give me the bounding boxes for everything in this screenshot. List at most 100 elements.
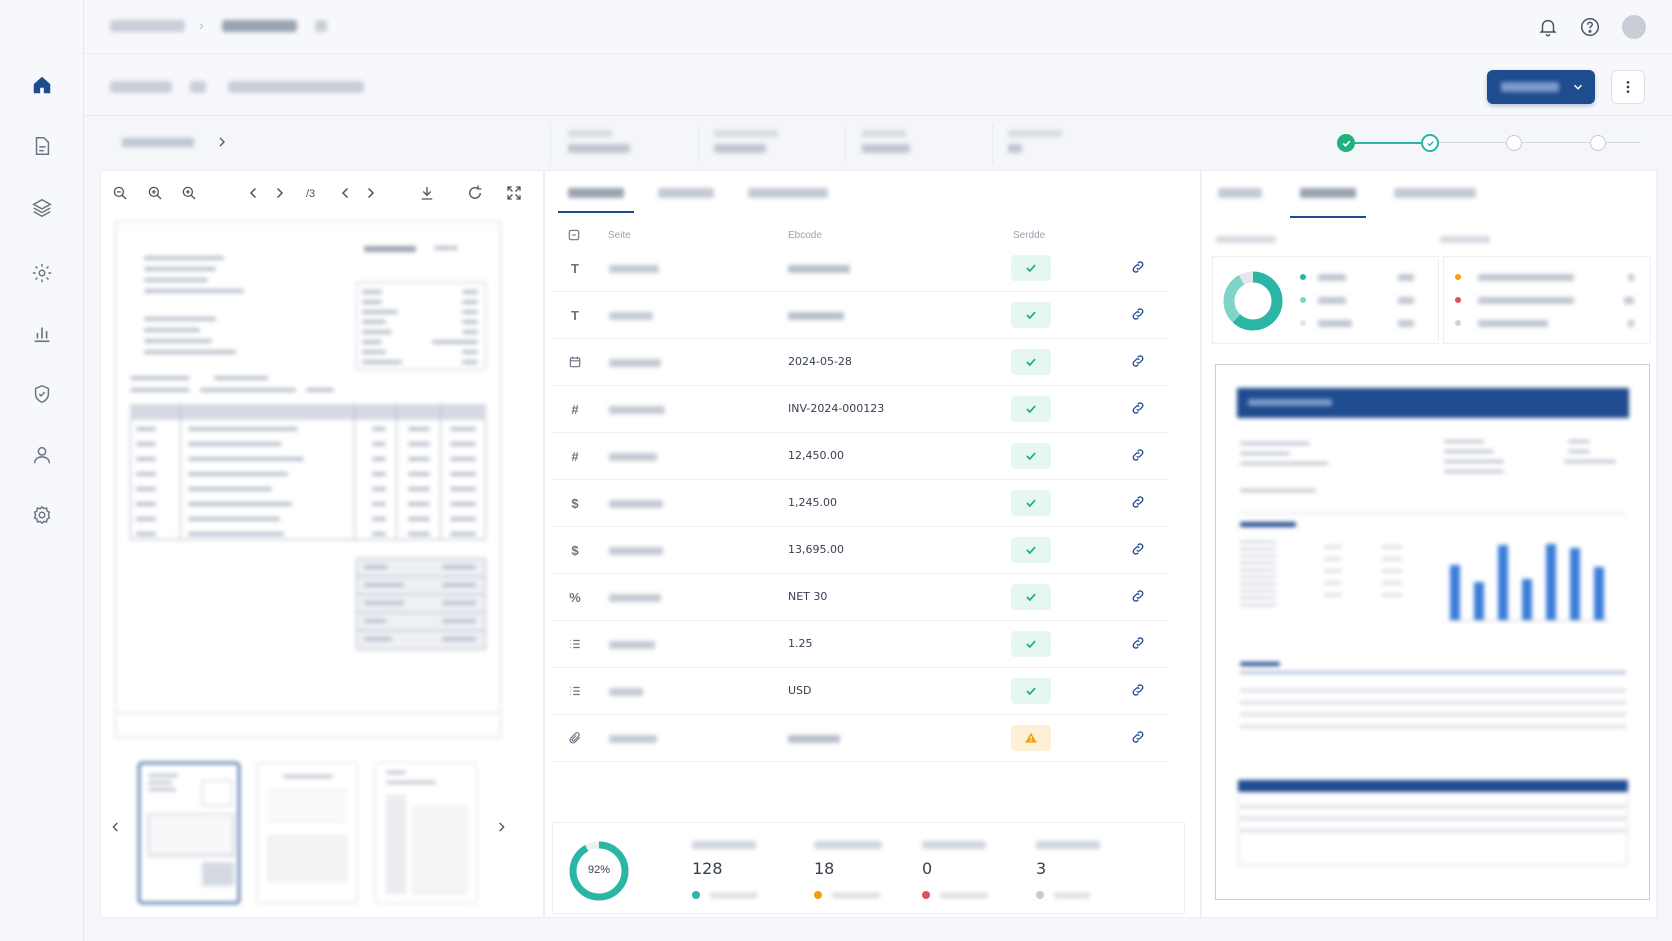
step-4[interactable] (1590, 135, 1606, 151)
link-icon[interactable] (1130, 306, 1148, 324)
avatar[interactable] (1622, 15, 1646, 39)
sidebar-item-automation[interactable] (24, 255, 60, 291)
tab-active-indicator (1290, 216, 1366, 218)
status-valid[interactable] (1011, 349, 1051, 375)
tab-2[interactable] (658, 188, 714, 198)
table-row[interactable]: % NET 30 (552, 574, 1168, 621)
primary-action-label (1501, 82, 1559, 92)
tab-overview[interactable] (1218, 188, 1262, 198)
table-row[interactable]: 1.25 (552, 621, 1168, 668)
divider (550, 124, 551, 164)
prev-page-icon[interactable] (245, 184, 263, 202)
link-icon[interactable] (1130, 541, 1148, 559)
next-page-icon[interactable] (270, 184, 288, 202)
field-value[interactable]: 13,695.00 (788, 543, 844, 556)
zoom-in-icon[interactable] (146, 184, 164, 202)
table-row[interactable]: T (552, 292, 1168, 339)
user-icon (33, 446, 51, 464)
breadcrumb-dropdown[interactable] (315, 20, 327, 32)
link-icon[interactable] (1130, 353, 1148, 371)
table-row[interactable]: # INV-2024-000123 (552, 386, 1168, 433)
table-row[interactable]: T (552, 245, 1168, 292)
document-selector[interactable] (122, 138, 194, 147)
help-icon[interactable] (1579, 16, 1601, 38)
meta-label-4 (1008, 130, 1062, 137)
field-type-icon (566, 353, 584, 371)
sidebar-item-layers[interactable] (24, 190, 60, 226)
page-thumbnail-1[interactable] (138, 762, 240, 904)
status-valid[interactable] (1011, 490, 1051, 516)
status-valid[interactable] (1011, 631, 1051, 657)
status-valid[interactable] (1011, 678, 1051, 704)
bell-icon[interactable] (1537, 16, 1559, 38)
field-value[interactable]: INV-2024-000123 (788, 402, 884, 415)
table-row[interactable]: $13,695.00 (552, 527, 1168, 574)
sidebar-item-analytics[interactable] (24, 315, 60, 351)
link-icon[interactable] (1130, 447, 1148, 465)
more-options-button[interactable] (1611, 70, 1645, 104)
primary-action-button[interactable] (1487, 70, 1595, 104)
breadcrumb-root[interactable] (110, 20, 185, 32)
rotate-icon[interactable] (466, 184, 484, 202)
step-1-complete[interactable] (1337, 134, 1355, 152)
column-header-value: Ebcode (788, 230, 822, 241)
field-value[interactable] (788, 265, 850, 273)
fullscreen-icon[interactable] (505, 184, 523, 202)
field-value[interactable]: 1,245.00 (788, 496, 837, 509)
zoom-out-icon[interactable] (111, 184, 129, 202)
step-3[interactable] (1506, 135, 1522, 151)
issue-dot-warning (1455, 274, 1461, 280)
gear-cog-icon (32, 263, 52, 283)
zoom-fit-icon[interactable] (180, 184, 198, 202)
tab-extra[interactable] (1394, 188, 1476, 198)
status-warning[interactable] (1011, 725, 1051, 751)
tab-active[interactable] (1300, 188, 1356, 198)
status-valid[interactable] (1011, 443, 1051, 469)
chevron-right-icon[interactable] (214, 134, 230, 150)
table-row[interactable] (552, 715, 1168, 762)
sidebar-item-users[interactable] (24, 437, 60, 473)
step-2-current[interactable] (1421, 134, 1439, 152)
table-row[interactable]: 2024-05-28 (552, 339, 1168, 386)
table-row[interactable]: #12,450.00 (552, 433, 1168, 480)
select-all-icon[interactable] (567, 228, 581, 242)
link-icon[interactable] (1130, 259, 1148, 277)
field-value[interactable]: 12,450.00 (788, 449, 844, 462)
status-valid[interactable] (1011, 584, 1051, 610)
field-value[interactable]: NET 30 (788, 590, 827, 603)
next-icon[interactable] (361, 184, 379, 202)
tab-3[interactable] (748, 188, 828, 198)
thumbnails-prev-icon[interactable] (108, 819, 124, 835)
field-type-icon: # (571, 448, 579, 464)
link-icon[interactable] (1130, 635, 1148, 653)
download-icon[interactable] (418, 184, 436, 202)
field-value[interactable] (788, 312, 844, 320)
link-icon[interactable] (1130, 729, 1148, 747)
document-page[interactable] (115, 221, 501, 738)
sidebar-item-documents[interactable] (24, 128, 60, 164)
page-thumbnail-3[interactable] (375, 762, 477, 904)
page-thumbnail-2[interactable] (256, 762, 358, 904)
field-value[interactable]: 2024-05-28 (788, 355, 852, 368)
field-value[interactable]: 1.25 (788, 637, 813, 650)
breadcrumb-current[interactable] (222, 20, 297, 32)
status-valid[interactable] (1011, 302, 1051, 328)
status-valid[interactable] (1011, 396, 1051, 422)
field-value[interactable]: USD (788, 684, 812, 697)
thumbnails-next-icon[interactable] (493, 819, 509, 835)
status-valid[interactable] (1011, 255, 1051, 281)
divider (845, 124, 846, 164)
link-icon[interactable] (1130, 588, 1148, 606)
link-icon[interactable] (1130, 494, 1148, 512)
sidebar-item-home[interactable] (24, 67, 60, 103)
tab-fields[interactable] (568, 188, 624, 198)
prev-icon[interactable] (337, 184, 355, 202)
field-value[interactable] (788, 735, 840, 743)
link-icon[interactable] (1130, 400, 1148, 418)
link-icon[interactable] (1130, 682, 1148, 700)
sidebar-item-settings[interactable] (24, 497, 60, 533)
sidebar-item-security[interactable] (24, 376, 60, 412)
status-valid[interactable] (1011, 537, 1051, 563)
table-row[interactable]: USD (552, 668, 1168, 715)
table-row[interactable]: $1,245.00 (552, 480, 1168, 527)
